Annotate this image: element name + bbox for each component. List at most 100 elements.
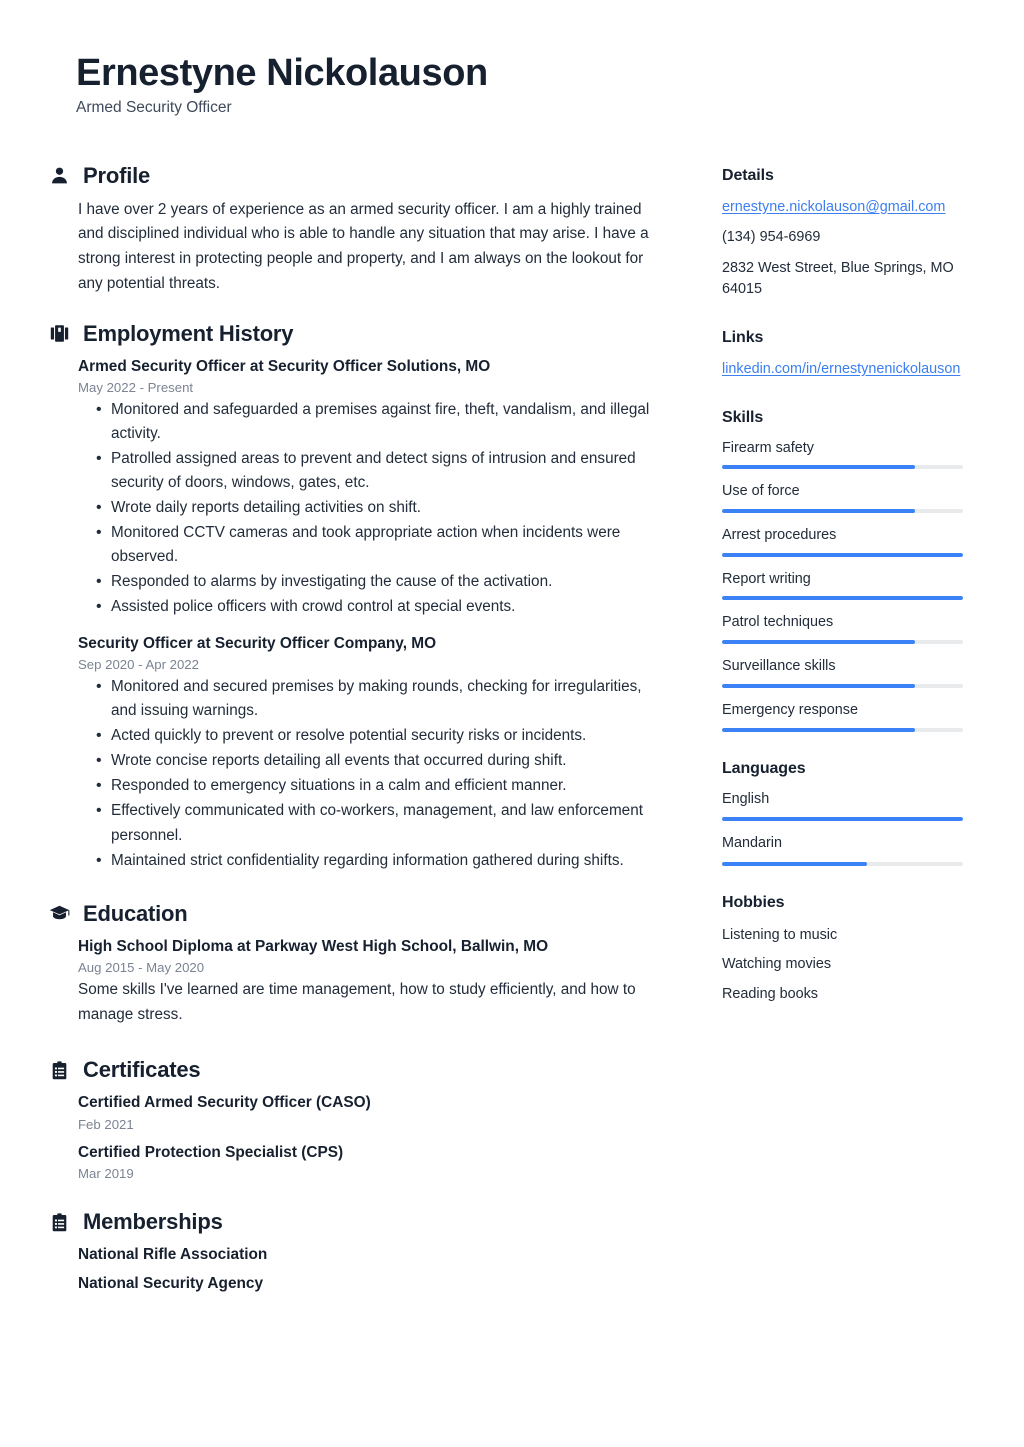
skill-meter-track [722, 509, 963, 514]
sidebar-title-links: Links [722, 328, 764, 346]
skill-row: Use of force [722, 482, 964, 514]
sidebar-section-hobbies: Hobbies Listening to music Watching movi… [722, 894, 964, 1005]
section-header-profile: Profile [52, 162, 662, 189]
skill-meter-track [722, 552, 963, 557]
section-header-education: Education [49, 900, 662, 927]
skill-meter-fill [722, 683, 915, 688]
section-header-memberships: Memberships [52, 1209, 662, 1235]
sidebar-title-hobbies: Hobbies [722, 894, 785, 912]
section-body-memberships: National Rifle Association National Secu… [76, 1244, 662, 1296]
bullet-item: Responded to emergency situations in a c… [78, 773, 662, 798]
section-body-certificates: Certified Armed Security Officer (CASO) … [76, 1092, 662, 1181]
email-link[interactable]: ernestyne.nickolauson@gmail.com [722, 197, 964, 219]
skill-row: Arrest procedures [722, 526, 964, 557]
skill-meter-track [722, 727, 963, 732]
language-row: Mandarin [722, 834, 964, 867]
language-label: English [722, 790, 770, 807]
bullet-item: Assisted police officers with crowd cont… [78, 594, 662, 619]
certificate-entry: Certified Armed Security Officer (CASO) … [78, 1092, 662, 1131]
resume-header: Ernestyne Nickolauson Armed Security Off… [76, 52, 964, 117]
education-entry-description: Some skills I've learned are time manage… [78, 980, 636, 1023]
skill-meter-fill [722, 640, 915, 645]
profile-text: I have over 2 years of experience as an … [78, 200, 649, 292]
membership-entry: National Rifle Association [78, 1246, 268, 1264]
skill-meter-fill [722, 465, 915, 470]
graduation-cap-icon [49, 903, 70, 924]
section-body-profile: I have over 2 years of experience as an … [76, 198, 662, 297]
sidebar-title-skills: Skills [722, 408, 764, 426]
employment-entry-date: May 2022 - Present [78, 379, 194, 395]
skill-meter-track [722, 683, 963, 688]
skill-meter-fill [722, 727, 915, 732]
clipboard-icon [49, 1212, 70, 1233]
main-column: Profile I have over 2 years of experienc… [49, 162, 662, 1296]
skill-label: Arrest procedures [722, 527, 837, 544]
employment-entry-bullets: Monitored and secured premises by making… [78, 674, 662, 873]
section-body-employment: Armed Security Officer at Security Offic… [76, 356, 662, 873]
language-label: Mandarin [722, 835, 782, 852]
briefcase-icon [49, 323, 70, 344]
skill-meter-fill [722, 552, 963, 557]
sidebar-section-details: Details ernestyne.nickolauson@gmail.com … [722, 167, 964, 301]
sidebar-section-languages: Languages English Mandarin [722, 759, 964, 867]
skill-label: Surveillance skills [722, 658, 836, 675]
hobby-item: Reading books [722, 985, 819, 1002]
phone-text: (134) 954-6969 [722, 229, 821, 246]
certificate-entry-date: Mar 2019 [78, 1166, 134, 1182]
certificate-entry-title: Certified Protection Specialist (CPS) [78, 1143, 344, 1161]
resume-columns: Profile I have over 2 years of experienc… [49, 162, 964, 1296]
section-title-employment: Employment History [83, 320, 294, 346]
bullet-item: Effectively communicated with co-workers… [78, 798, 662, 847]
sidebar-title-languages: Languages [722, 759, 806, 777]
bullet-item: Wrote daily reports detailing activities… [78, 495, 662, 520]
employment-entry: Armed Security Officer at Security Offic… [78, 356, 662, 620]
skill-label: Firearm safety [722, 439, 814, 456]
skill-label: Emergency response [722, 701, 858, 718]
sidebar-section-skills: Skills Firearm safety Use of force Arres… [722, 409, 964, 732]
bullet-item: Wrote concise reports detailing all even… [78, 748, 662, 773]
address-text: 2832 West Street, Blue Springs, MO 64015 [722, 259, 954, 298]
section-title-profile: Profile [83, 162, 151, 188]
section-employment: Employment History Armed Security Office… [50, 320, 662, 873]
employment-entry-bullets: Monitored and safeguarded a premises aga… [78, 397, 662, 619]
section-header-employment: Employment History [50, 320, 662, 347]
certificate-entry: Certified Protection Specialist (CPS) Ma… [78, 1142, 662, 1181]
skill-meter-track [722, 640, 963, 645]
skill-label: Report writing [722, 570, 811, 587]
skill-meter-fill [722, 509, 915, 514]
skill-row: Report writing [722, 570, 964, 601]
language-meter-fill [722, 862, 867, 867]
education-entry-title: High School Diploma at Parkway West High… [78, 937, 549, 955]
employment-entry: Security Officer at Security Officer Com… [78, 633, 662, 873]
sidebar-title-details: Details [722, 166, 774, 184]
resume-page: Ernestyne Nickolauson Armed Security Off… [0, 0, 1024, 1447]
education-entry: High School Diploma at Parkway West High… [78, 936, 662, 1028]
language-meter-fill [722, 817, 963, 822]
certificate-entry-title: Certified Armed Security Officer (CASO) [78, 1094, 371, 1112]
skill-meter-fill [722, 596, 963, 601]
section-title-education: Education [83, 900, 188, 926]
bullet-item: Patrolled assigned areas to prevent and … [78, 446, 662, 495]
bullet-item: Monitored and safeguarded a premises aga… [78, 397, 662, 446]
section-certificates: Certificates Certified Armed Security Of… [52, 1057, 662, 1181]
section-title-certificates: Certificates [83, 1057, 201, 1083]
bullet-item: Responded to alarms by investigating the… [78, 569, 662, 594]
bullet-item: Monitored and secured premises by making… [78, 674, 662, 723]
person-icon [49, 165, 70, 186]
language-row: English [722, 790, 964, 822]
sidebar-column: Details ernestyne.nickolauson@gmail.com … [722, 163, 964, 1006]
section-memberships: Memberships National Rifle Association N… [52, 1209, 662, 1296]
sidebar-section-links: Links linkedin.com/in/ernestynenickolaus… [722, 329, 964, 381]
certificate-entry-date: Feb 2021 [78, 1116, 134, 1132]
language-meter-track [722, 817, 963, 822]
section-education: Education High School Diploma at Parkway… [49, 900, 662, 1028]
employment-entry-title: Security Officer at Security Officer Com… [78, 635, 437, 653]
skill-meter-track [722, 596, 963, 601]
section-body-education: High School Diploma at Parkway West High… [76, 936, 662, 1028]
membership-entry: National Security Agency [78, 1275, 264, 1293]
education-entry-date: Aug 2015 - May 2020 [78, 959, 205, 975]
hobby-item: Listening to music [722, 927, 838, 944]
linkedin-link[interactable]: linkedin.com/in/ernestynenickolauson [722, 359, 964, 381]
bullet-item: Maintained strict confidentiality regard… [78, 848, 662, 873]
skill-row: Emergency response [722, 701, 964, 732]
